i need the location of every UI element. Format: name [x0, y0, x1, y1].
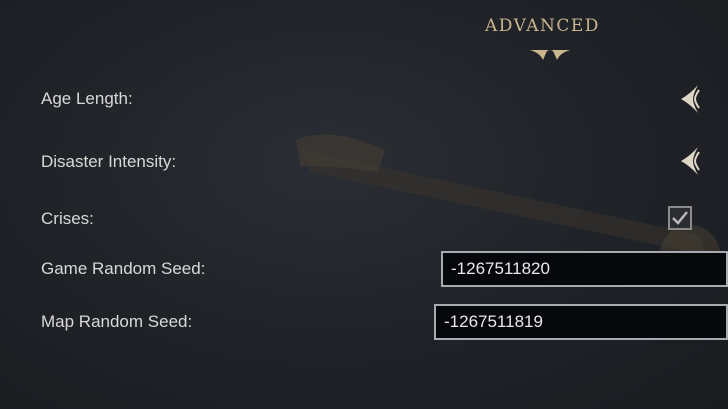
checkmark-icon — [672, 211, 688, 225]
game-random-seed-label: Game Random Seed: — [41, 259, 206, 278]
section-title: ADVANCED — [485, 16, 600, 36]
map-random-seed-input[interactable] — [434, 304, 728, 340]
game-random-seed-input[interactable] — [441, 251, 728, 287]
chevron-left-icon — [681, 85, 700, 113]
map-random-seed-label: Map Random Seed: — [41, 312, 193, 331]
disaster-intensity-selector[interactable] — [678, 144, 704, 178]
disaster-intensity-label: Disaster Intensity: — [41, 152, 177, 171]
crises-checkbox[interactable] — [668, 206, 692, 230]
age-length-label: Age Length: — [41, 89, 133, 108]
chevron-left-icon — [681, 147, 700, 175]
title-divider-ornament — [370, 49, 728, 60]
crises-label: Crises: — [41, 209, 94, 228]
age-length-selector[interactable] — [678, 82, 704, 116]
